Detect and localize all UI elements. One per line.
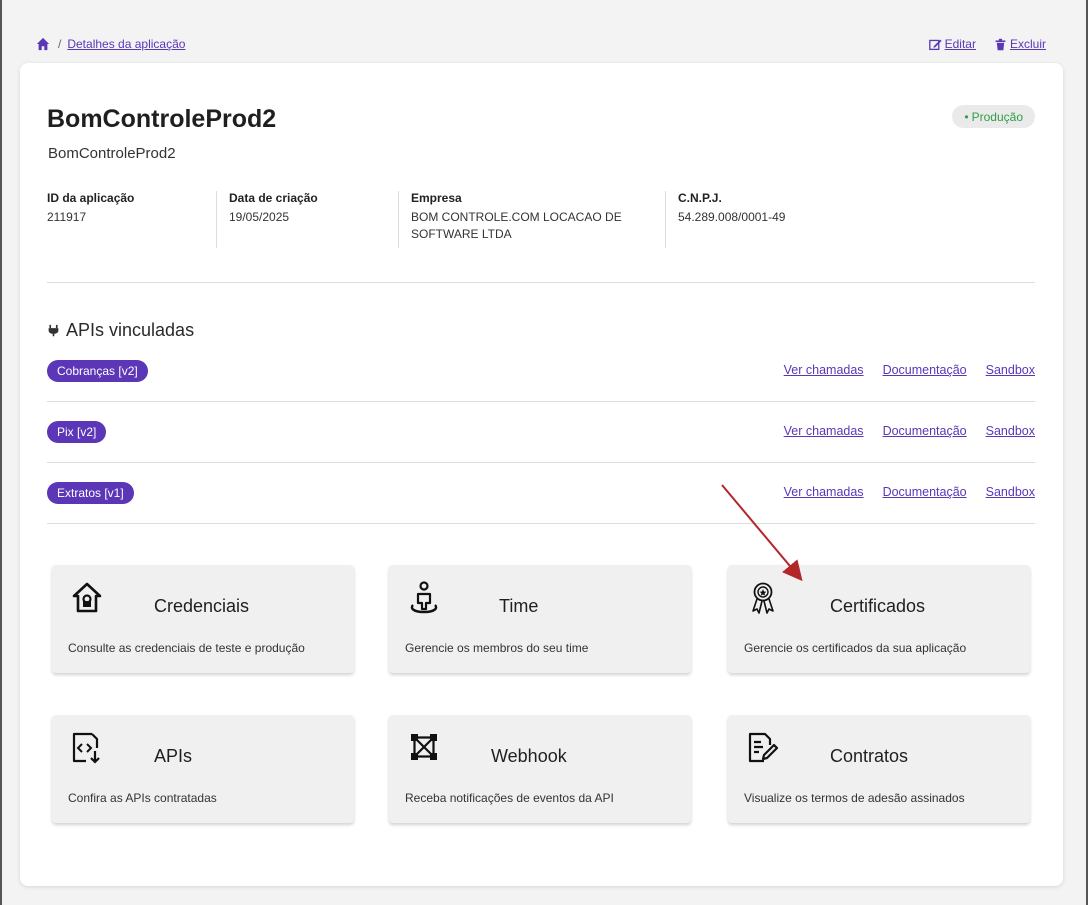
info-cnpj: C.N.P.J. 54.289.008/0001-49 [678,191,838,248]
api-links: Ver chamadas Documentação Sandbox [784,424,1035,438]
tile-title: Contratos [830,746,909,766]
row-divider [47,523,1035,524]
api-links: Ver chamadas Documentação Sandbox [784,363,1035,377]
info-label: C.N.P.J. [678,191,722,205]
row-divider [47,401,1035,402]
delete-link[interactable]: Excluir [1010,37,1046,51]
edit-link[interactable]: Editar [945,37,976,51]
edit-button[interactable]: Editar [928,37,976,51]
linked-apis-heading: APIs vinculadas [47,320,194,341]
webhook-tile[interactable]: Webhook Receba notificações de eventos d… [389,715,691,823]
tile-title: APIs [154,746,193,766]
info-value: 211917 [47,210,87,224]
info-label: ID da aplicação [47,191,135,205]
tile-title: Webhook [491,746,567,766]
api-file-icon [72,732,100,764]
edit-icon [928,39,942,50]
api-row: Pix [v2] Ver chamadas Documentação Sandb… [47,421,1035,447]
certificates-tile[interactable]: Certificados Gerencie os certificados da… [728,565,1030,673]
info-app-id: ID da aplicação 211917 [47,191,217,248]
breadcrumb: / Detalhes da aplicação [36,37,185,51]
tile-description: Gerencie os certificados da sua aplicaçã… [744,641,967,655]
info-value: SOFTWARE LTDA [411,227,512,241]
contract-icon [748,732,778,763]
webhook-icon [411,734,437,760]
breadcrumb-separator: / [58,37,62,51]
tile-description: Gerencie os membros do seu time [405,641,589,655]
tile-description: Receba notificações de eventos da API [405,791,614,805]
documentation-link[interactable]: Documentação [883,363,967,377]
certificate-icon [752,582,774,614]
view-calls-link[interactable]: Ver chamadas [784,363,864,377]
row-divider [47,462,1035,463]
application-details-card: BomControleProd2 BomControleProd2 • Prod… [20,63,1063,886]
documentation-link[interactable]: Documentação [883,424,967,438]
sandbox-link[interactable]: Sandbox [986,363,1035,377]
api-row: Extratos [v1] Ver chamadas Documentação … [47,482,1035,508]
info-value: BOM CONTROLE.COM LOCACAO DE [411,210,622,224]
view-calls-link[interactable]: Ver chamadas [784,485,864,499]
status-dot-icon: • [964,109,969,124]
environment-badge: • Produção [952,105,1035,128]
tile-title: Certificados [830,596,926,616]
api-row: Cobranças [v2] Ver chamadas Documentação… [47,360,1035,386]
tile-description: Consulte as credenciais de teste e produ… [68,641,305,655]
api-badge: Pix [v2] [47,421,107,443]
window-border-left [0,0,2,905]
app-title: BomControleProd2 [47,105,277,133]
info-value: 19/05/2025 [229,210,290,224]
tile-title: Credenciais [154,596,250,616]
credentials-tile[interactable]: Credenciais Consulte as credenciais de t… [52,565,354,673]
api-badge: Extratos [v1] [47,482,134,504]
home-icon[interactable] [36,37,50,51]
app-info-row: ID da aplicação 211917 Data de criação 1… [47,191,850,248]
info-creation-date: Data de criação 19/05/2025 [229,191,399,248]
contracts-tile[interactable]: Contratos Visualize os termos de adesão … [728,715,1030,823]
info-company: Empresa BOM CONTROLE.COM LOCACAO DE SOFT… [411,191,666,248]
trash-icon [995,38,1006,50]
team-icon [410,581,438,614]
tile-description: Visualize os termos de adesão assinados [744,791,965,805]
apis-tile[interactable]: APIs Confira as APIs contratadas [52,715,354,823]
section-divider [47,282,1035,283]
breadcrumb-current-link[interactable]: Detalhes da aplicação [67,37,185,51]
sandbox-link[interactable]: Sandbox [986,424,1035,438]
top-bar: / Detalhes da aplicação Editar Excluir [36,37,1046,55]
plug-icon [48,324,59,337]
info-label: Empresa [411,191,462,205]
environment-label: Produção [971,109,1023,124]
team-tile[interactable]: Time Gerencie os membros do seu time [389,565,691,673]
tile-title: Time [499,596,539,616]
tile-description: Confira as APIs contratadas [68,791,217,805]
sandbox-link[interactable]: Sandbox [986,485,1035,499]
delete-button[interactable]: Excluir [994,37,1046,51]
linked-apis-title: APIs vinculadas [66,320,195,340]
view-calls-link[interactable]: Ver chamadas [784,424,864,438]
documentation-link[interactable]: Documentação [883,485,967,499]
app-actions: Editar Excluir [928,37,1046,51]
api-badge: Cobranças [v2] [47,360,148,382]
app-subtitle: BomControleProd2 [48,145,176,162]
api-links: Ver chamadas Documentação Sandbox [784,485,1035,499]
info-label: Data de criação [229,191,318,205]
house-lock-icon [72,582,102,613]
info-value: 54.289.008/0001-49 [678,210,786,224]
